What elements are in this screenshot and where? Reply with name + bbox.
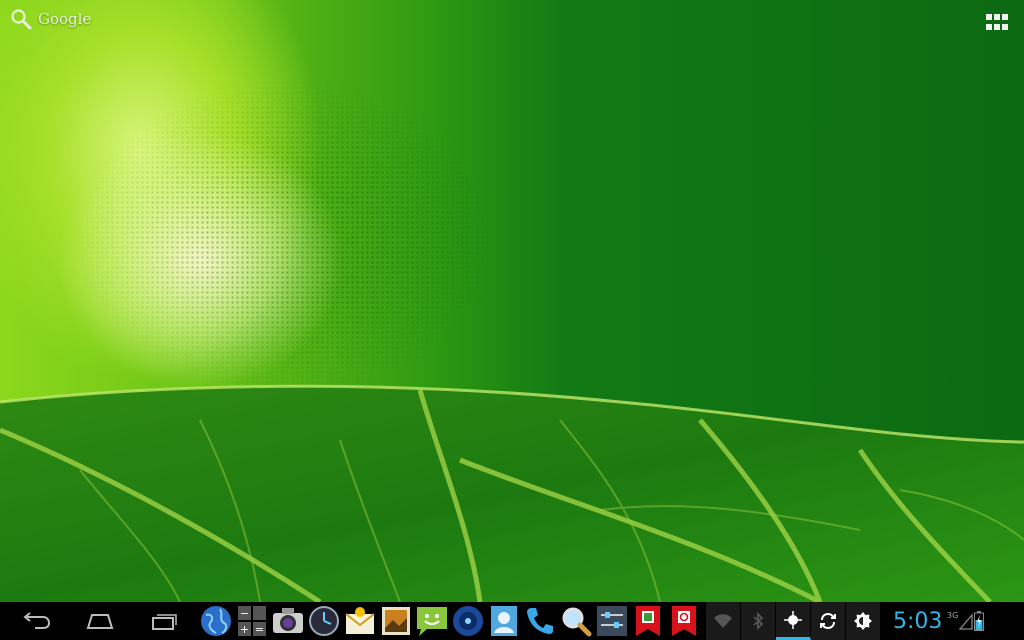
phone-icon <box>527 608 553 634</box>
contacts-app[interactable] <box>487 604 521 638</box>
email-app[interactable] <box>343 604 377 638</box>
wallpaper-dot-pattern <box>80 40 600 400</box>
recent-apps-button[interactable] <box>132 602 196 640</box>
home-button[interactable] <box>68 602 132 640</box>
search-app-icon <box>562 607 592 637</box>
sync-toggle[interactable] <box>811 602 846 640</box>
settings-icon <box>597 606 627 636</box>
svg-text:−: − <box>240 607 249 620</box>
gallery-app[interactable] <box>379 604 413 638</box>
messaging-app[interactable] <box>415 604 449 638</box>
back-icon <box>23 612 51 629</box>
calculator-icon: − + = <box>238 606 266 636</box>
battery-icon <box>974 611 985 631</box>
wifi-icon <box>714 614 732 628</box>
red-sync-app[interactable] <box>667 604 701 638</box>
sync-icon <box>820 612 836 630</box>
music-app[interactable] <box>451 604 485 638</box>
red-bookmark-app[interactable] <box>631 604 665 638</box>
app-dock: − + = <box>198 602 702 640</box>
camera-icon <box>273 608 303 633</box>
bluetooth-toggle[interactable] <box>741 602 776 640</box>
messaging-icon <box>417 607 447 636</box>
back-button[interactable] <box>4 602 68 640</box>
status-clock[interactable]: 5:03 <box>893 609 945 634</box>
quick-settings <box>706 602 881 640</box>
search-icon <box>11 9 32 30</box>
bluetooth-icon <box>753 612 764 630</box>
gps-toggle[interactable] <box>776 602 811 640</box>
phone-app[interactable] <box>523 604 557 638</box>
settings-app[interactable] <box>595 604 629 638</box>
app-red-sync-icon <box>672 606 696 636</box>
email-icon <box>345 607 375 634</box>
recent-apps-icon <box>152 614 177 630</box>
browser-globe-icon <box>201 606 231 636</box>
leaf-wallpaper <box>0 384 1024 602</box>
system-bar: − + = 5:03 3G <box>0 602 1024 640</box>
status-indicators[interactable]: 3G <box>947 610 985 631</box>
calculator-app[interactable]: − + = <box>235 604 269 638</box>
signal-icon <box>959 613 973 630</box>
camera-app[interactable] <box>271 604 305 638</box>
contacts-icon <box>491 606 517 636</box>
home-icon <box>86 614 114 629</box>
browser-app[interactable] <box>199 604 233 638</box>
music-icon <box>453 606 483 636</box>
clock-icon <box>309 606 339 636</box>
brightness-toggle[interactable] <box>846 602 881 640</box>
wifi-toggle[interactable] <box>706 602 741 640</box>
clock-app[interactable] <box>307 604 341 638</box>
svg-text:+: + <box>240 623 249 636</box>
svg-text:=: = <box>255 623 264 636</box>
all-apps-button[interactable] <box>986 14 1008 30</box>
google-search[interactable]: Google <box>10 8 91 30</box>
search-app[interactable] <box>559 604 593 638</box>
google-search-label: Google <box>38 10 92 28</box>
gallery-icon <box>382 607 410 635</box>
app-red-bookmark-icon <box>636 606 660 636</box>
brightness-icon <box>854 612 872 630</box>
network-type-label: 3G <box>947 610 959 620</box>
gps-icon <box>784 610 802 629</box>
grid-icon <box>986 14 1008 30</box>
